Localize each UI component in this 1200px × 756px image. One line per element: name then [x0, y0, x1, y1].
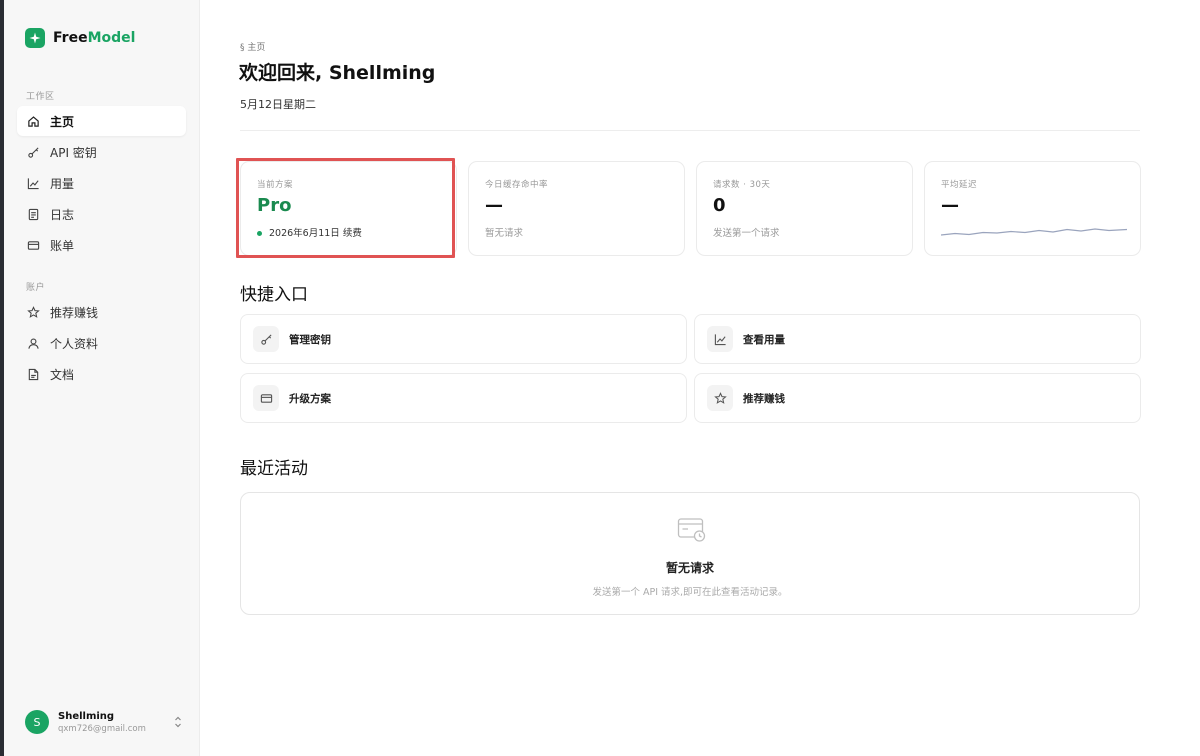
- sidebar-item-docs[interactable]: 文档: [17, 359, 186, 389]
- sidebar-item-label: 文档: [50, 367, 75, 382]
- empty-state-title: 暂无请求: [665, 561, 714, 575]
- stat-sub: 2026年6月11日 续费: [257, 225, 362, 239]
- sidebar-item-usage[interactable]: 用量: [17, 168, 186, 198]
- app-window: FreeModel 工作区 主页 API 密钥 用量 日志 账单 账户 推荐赚钱…: [0, 0, 1200, 756]
- sidebar-item-referral[interactable]: 推荐赚钱: [17, 297, 186, 327]
- brand-name: FreeModel: [53, 30, 136, 46]
- brand-logo[interactable]: FreeModel: [25, 28, 135, 48]
- stat-card-plan: 当前方案 Pro 2026年6月11日 续费: [240, 161, 457, 256]
- chart-icon: [707, 326, 733, 352]
- user-email: qxm726@gmail.com: [58, 723, 146, 734]
- empty-receipt-icon: [677, 518, 706, 542]
- stat-card-requests: 请求数 · 30天 0 发送第一个请求: [696, 161, 913, 256]
- sidebar-item-billing[interactable]: 账单: [17, 230, 186, 260]
- quick-label: 升级方案: [289, 392, 331, 405]
- stat-card-cache-hit: 今日缓存命中率 — 暂无请求: [468, 161, 685, 256]
- sidebar-item-label: API 密钥: [50, 145, 97, 160]
- sidebar-item-label: 日志: [50, 207, 75, 222]
- recent-activity-card: 暂无请求 发送第一个 API 请求,即可在此查看活动记录。: [240, 492, 1140, 615]
- quick-label: 推荐赚钱: [743, 392, 785, 405]
- home-icon: [26, 114, 40, 128]
- status-dot-icon: [257, 231, 262, 236]
- quick-referral[interactable]: 推荐赚钱: [694, 373, 1141, 423]
- doc-icon: [26, 367, 40, 381]
- sidebar-item-label: 个人资料: [50, 336, 99, 351]
- recent-activity-title: 最近活动: [240, 459, 308, 479]
- stat-sub: 发送第一个请求: [713, 228, 780, 239]
- stat-sub: 暂无请求: [485, 228, 524, 239]
- sidebar-item-label: 主页: [50, 114, 75, 129]
- workspace-section-label: 工作区: [26, 92, 55, 102]
- stat-label: 请求数 · 30天: [713, 180, 771, 190]
- star-icon: [707, 385, 733, 411]
- account-section-label: 账户: [26, 283, 46, 293]
- sidebar: FreeModel 工作区 主页 API 密钥 用量 日志 账单 账户 推荐赚钱…: [4, 0, 200, 756]
- user-icon: [26, 336, 40, 350]
- sidebar-item-logs[interactable]: 日志: [17, 199, 186, 229]
- quick-label: 管理密钥: [289, 333, 331, 346]
- chevron-updown-icon: [173, 714, 183, 730]
- sidebar-item-label: 推荐赚钱: [50, 305, 99, 320]
- divider: [240, 130, 1140, 131]
- chart-icon: [26, 176, 40, 190]
- quick-upgrade-plan[interactable]: 升级方案: [240, 373, 687, 423]
- avatar: S: [25, 710, 49, 734]
- star-icon: [26, 305, 40, 319]
- sparkle-icon: [25, 28, 45, 48]
- quick-access-title: 快捷入口: [240, 285, 308, 305]
- sidebar-item-home[interactable]: 主页: [17, 106, 186, 136]
- quick-manage-keys[interactable]: 管理密钥: [240, 314, 687, 364]
- stat-value: —: [941, 195, 959, 216]
- stat-value: 0: [713, 195, 726, 216]
- card-icon: [253, 385, 279, 411]
- breadcrumb: § 主页: [240, 43, 266, 53]
- log-icon: [26, 207, 40, 221]
- stat-label: 平均延迟: [941, 180, 978, 190]
- sidebar-item-api-keys[interactable]: API 密钥: [17, 137, 186, 167]
- sidebar-item-profile[interactable]: 个人资料: [17, 328, 186, 358]
- page-date: 5月12日星期二: [240, 98, 316, 111]
- stat-label: 今日缓存命中率: [485, 180, 549, 190]
- quick-view-usage[interactable]: 查看用量: [694, 314, 1141, 364]
- quick-label: 查看用量: [743, 333, 785, 346]
- sidebar-item-label: 用量: [50, 176, 75, 191]
- stat-card-latency: 平均延迟 —: [924, 161, 1141, 256]
- key-icon: [253, 326, 279, 352]
- page-title: 欢迎回来, Shellming: [239, 62, 436, 84]
- latency-sparkline: [941, 228, 1127, 236]
- card-icon: [26, 238, 40, 252]
- empty-state-subtitle: 发送第一个 API 请求,即可在此查看活动记录。: [592, 587, 788, 598]
- key-icon: [26, 145, 40, 159]
- user-menu[interactable]: S Shellming qxm726@gmail.com: [25, 707, 185, 737]
- stat-label: 当前方案: [257, 180, 294, 190]
- main-content: § 主页 欢迎回来, Shellming 5月12日星期二 当前方案 Pro 2…: [200, 0, 1200, 756]
- stat-value: —: [485, 195, 503, 216]
- user-name: Shellming: [58, 710, 115, 722]
- stat-value: Pro: [257, 195, 292, 216]
- sidebar-item-label: 账单: [50, 238, 75, 253]
